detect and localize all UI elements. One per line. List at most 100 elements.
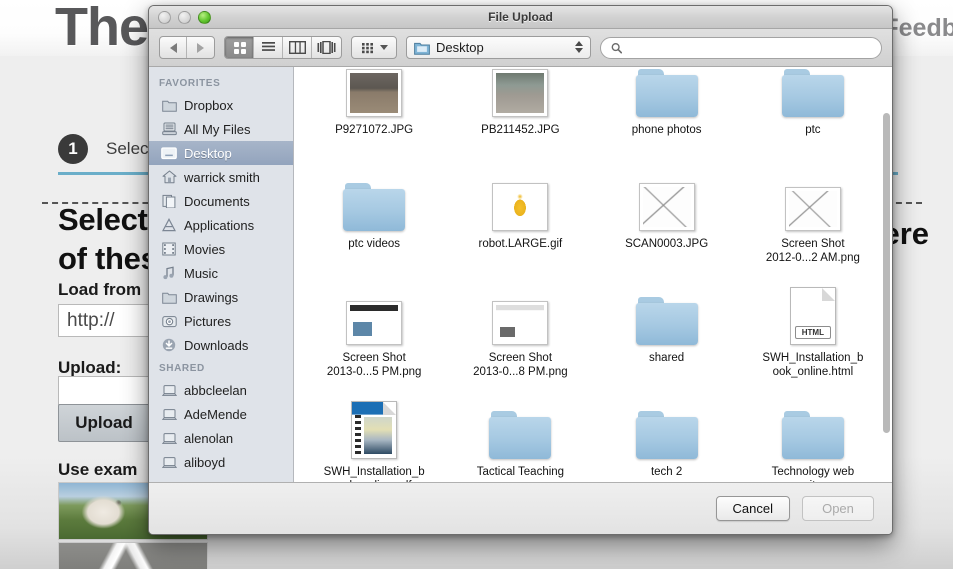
sidebar-item-documents[interactable]: Documents	[149, 189, 293, 213]
computer-icon	[161, 454, 177, 470]
file-grid: P9271072.JPG PB211452.JPG phone photos ptc p…	[295, 67, 892, 482]
file-item[interactable]: shared	[594, 275, 740, 385]
file-item[interactable]: Technology web site	[740, 389, 886, 482]
sidebar-item-aliboyd[interactable]: aliboyd	[149, 450, 293, 474]
folder-icon	[414, 42, 430, 55]
sidebar-item-movies[interactable]: Movies	[149, 237, 293, 261]
image-thumbnail	[492, 301, 549, 345]
file-item[interactable]: tech 2	[594, 389, 740, 482]
file-icon	[781, 395, 845, 459]
file-item[interactable]: SCAN0003.JPG	[594, 161, 740, 271]
file-item[interactable]: Screen Shot 2013-0...8 PM.png	[447, 275, 593, 385]
sidebar-item-downloads[interactable]: Downloads	[149, 333, 293, 357]
search-input[interactable]	[628, 40, 871, 55]
cancel-button[interactable]: Cancel	[715, 496, 790, 521]
file-icon	[635, 395, 699, 459]
upload-button[interactable]: Upload	[58, 404, 150, 442]
file-icon	[342, 281, 406, 345]
file-icon	[342, 167, 406, 231]
file-name-label: PB211452.JPG	[481, 124, 560, 136]
search-icon	[611, 42, 623, 54]
computer-icon	[161, 406, 177, 422]
file-icon	[488, 395, 552, 459]
sidebar-item-label: Pictures	[184, 313, 231, 329]
file-icon	[488, 167, 552, 231]
file-item[interactable]: HTML SWH_Installation_b ook_online.html	[740, 275, 886, 385]
feedback-link[interactable]: Feedb	[883, 14, 953, 43]
path-popup-button[interactable]: Desktop	[406, 36, 591, 59]
file-item[interactable]: phone photos	[594, 67, 740, 157]
file-item[interactable]: Screen Shot 2013-0...5 PM.png	[301, 275, 447, 385]
image-thumbnail	[492, 69, 549, 117]
sidebar-item-applications[interactable]: Applications	[149, 213, 293, 237]
file-item[interactable]: P9271072.JPG	[301, 67, 447, 157]
forward-button[interactable]	[187, 37, 214, 58]
downloads-icon	[161, 337, 177, 353]
sidebar-item-ademende[interactable]: AdeMende	[149, 402, 293, 426]
sidebar-item-warrick-smith[interactable]: warrick smith	[149, 165, 293, 189]
file-icon	[635, 281, 699, 345]
file-item[interactable]: PB211452.JPG	[447, 67, 593, 157]
sidebar-item-label: Documents	[184, 193, 250, 209]
column-view-button[interactable]	[283, 37, 312, 58]
sidebar-item-all-my-files[interactable]: All My Files	[149, 117, 293, 141]
vertical-scrollbar[interactable]	[883, 113, 890, 433]
file-icon	[488, 281, 552, 345]
sidebar-item-abbcleelan[interactable]: abbcleelan	[149, 378, 293, 402]
computer-icon	[161, 382, 177, 398]
close-icon[interactable]	[158, 11, 171, 24]
coverflow-view-button[interactable]	[312, 37, 341, 58]
file-item[interactable]: Screen Shot 2012-0...2 AM.png	[740, 161, 886, 271]
sidebar-item-label: All My Files	[184, 121, 251, 137]
search-field[interactable]	[600, 36, 882, 59]
zoom-icon[interactable]	[198, 11, 211, 24]
file-icon	[635, 167, 699, 231]
page-headline: Select of thes	[58, 202, 158, 277]
file-icon: HTML	[781, 281, 845, 345]
dialog-content: FAVORITES Dropbox All My Files Desktop warri…	[149, 67, 892, 483]
file-name-label: phone photos	[631, 124, 702, 136]
file-browser-pane[interactable]: P9271072.JPG PB211452.JPG phone photos ptc p…	[294, 67, 892, 482]
icon-view-button[interactable]	[225, 37, 254, 58]
image-thumbnail	[492, 183, 549, 231]
image-thumbnail	[346, 301, 403, 345]
sidebar-item-desktop[interactable]: Desktop	[149, 141, 293, 165]
sidebar-item-dropbox[interactable]: Dropbox	[149, 93, 293, 117]
desktop-icon	[161, 145, 177, 161]
dialog-footer: Cancel Open	[149, 483, 892, 534]
sidebar-item-drawings[interactable]: Drawings	[149, 285, 293, 309]
sidebar-item-label: AdeMende	[184, 406, 247, 422]
applications-icon	[161, 217, 177, 233]
list-view-button[interactable]	[254, 37, 283, 58]
minimize-icon[interactable]	[178, 11, 191, 24]
file-item[interactable]: ptc	[740, 67, 886, 157]
window-controls	[158, 11, 211, 24]
sidebar-item-music[interactable]: Music	[149, 261, 293, 285]
navigation-buttons	[159, 36, 215, 59]
file-item[interactable]: ptc videos	[301, 161, 447, 271]
sidebar-item-alenolan[interactable]: alenolan	[149, 426, 293, 450]
sidebar: FAVORITES Dropbox All My Files Desktop warri…	[149, 67, 294, 482]
file-item[interactable]: robot.LARGE.gif	[447, 161, 593, 271]
open-button[interactable]: Open	[802, 496, 874, 521]
file-name-label: Screen Shot 2013-0...8 PM.png	[473, 352, 568, 379]
file-upload-dialog: File Upload Desktop FAVORITES Dropbox Al…	[148, 5, 893, 535]
arrange-button[interactable]	[351, 36, 397, 59]
folder-icon	[161, 97, 177, 113]
file-item[interactable]: SWH_Installation_b ook_online.pdf	[301, 389, 447, 482]
sidebar-item-pictures[interactable]: Pictures	[149, 309, 293, 333]
file-item[interactable]: Tactical Teaching	[447, 389, 593, 482]
upload-label: Upload:	[58, 358, 122, 377]
dialog-titlebar[interactable]: File Upload	[149, 6, 892, 29]
site-logo: The	[55, 0, 149, 57]
pdf-document-icon	[351, 401, 398, 459]
html-document-icon: HTML	[789, 287, 836, 345]
home-icon	[161, 169, 177, 185]
music-icon	[161, 265, 177, 281]
example-image-planes[interactable]	[58, 542, 208, 569]
back-button[interactable]	[160, 37, 187, 58]
image-thumbnail	[346, 69, 403, 117]
sidebar-item-label: Desktop	[184, 145, 232, 161]
file-name-label: P9271072.JPG	[335, 124, 414, 136]
sidebar-item-label: aliboyd	[184, 454, 226, 470]
